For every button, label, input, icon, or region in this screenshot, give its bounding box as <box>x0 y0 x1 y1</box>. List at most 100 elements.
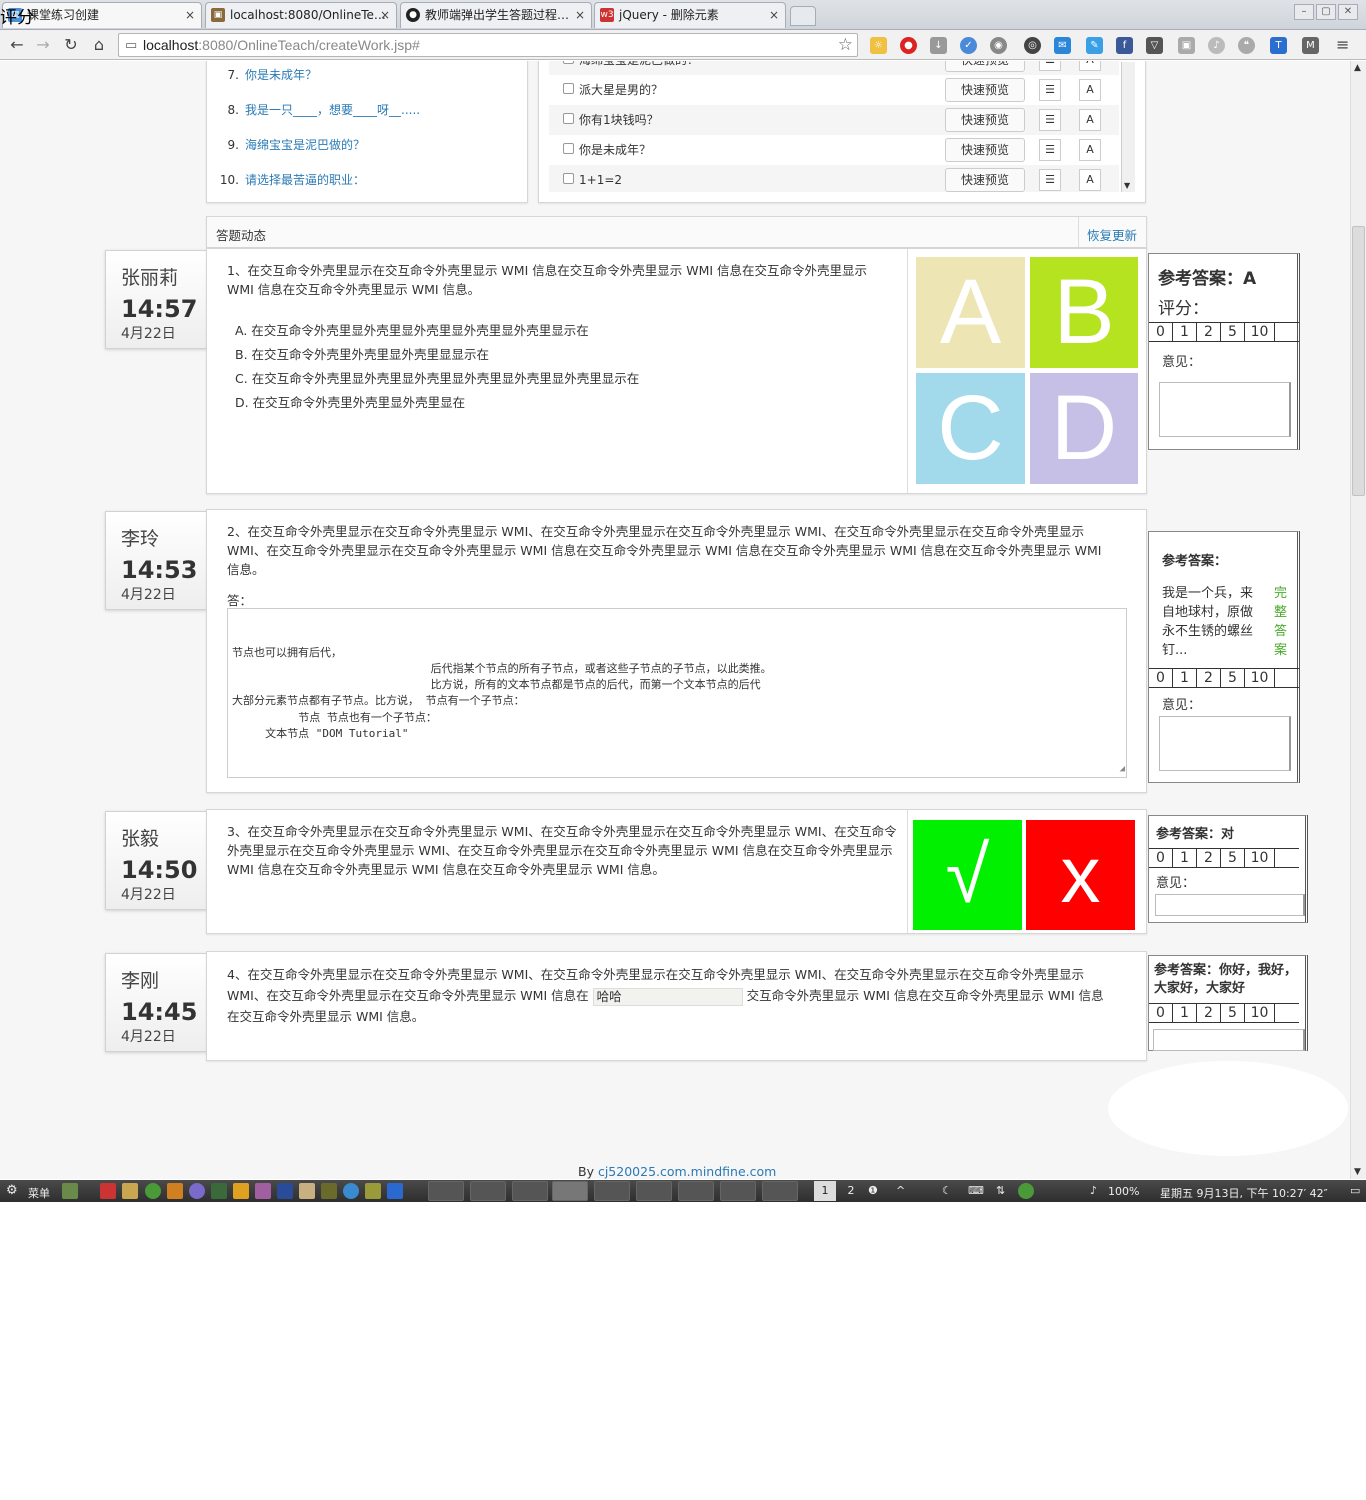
page-scrollbar[interactable]: ▲ ▼ <box>1350 61 1366 1179</box>
score-option[interactable]: 10 <box>1245 849 1275 867</box>
globe-icon[interactable]: ◉ <box>990 37 1007 54</box>
score-option[interactable]: 5 <box>1221 669 1245 687</box>
app-icon[interactable] <box>233 1183 249 1199</box>
score-option[interactable]: 5 <box>1221 849 1245 867</box>
answer-icon[interactable]: A <box>1079 139 1101 161</box>
choice-a-tile[interactable]: A <box>916 257 1025 368</box>
score-option[interactable]: 10 <box>1245 669 1275 687</box>
tab-localhost[interactable]: ▣ localhost:8080/OnlineTe… × <box>205 2 397 28</box>
scroll-down-icon[interactable]: ▼ <box>1124 181 1130 190</box>
close-window-icon[interactable]: ✕ <box>1338 4 1358 20</box>
chevron-up-icon[interactable]: ^ <box>896 1184 905 1197</box>
checkmark-extension-icon[interactable]: ✓ <box>960 37 977 54</box>
list-scrollbar[interactable]: ▼ <box>1121 62 1135 192</box>
score-option[interactable]: 10 <box>1245 1004 1275 1022</box>
chrome-icon[interactable] <box>145 1183 161 1199</box>
minimize-icon[interactable]: – <box>1294 4 1314 20</box>
chat-icon[interactable]: ❝ <box>1238 37 1255 54</box>
answer-textarea[interactable]: 节点也可以拥有后代， 后代指某个节点的所有子节点，或者这些子节点的子节点，以此类… <box>227 608 1127 778</box>
choice-d-tile[interactable]: D <box>1030 373 1138 484</box>
score-option[interactable]: 0 <box>1149 1004 1173 1022</box>
window-button[interactable] <box>552 1181 588 1201</box>
score-option[interactable]: 1 <box>1173 1004 1197 1022</box>
window-button[interactable] <box>512 1181 548 1201</box>
word-icon[interactable] <box>277 1183 293 1199</box>
comment-input[interactable] <box>1153 1029 1305 1051</box>
quick-preview-button[interactable]: 快速预览 <box>945 108 1025 132</box>
new-tab-button[interactable] <box>790 6 816 26</box>
quick-preview-button[interactable]: 快速预览 <box>945 61 1025 72</box>
tab-jquery[interactable]: w3 jQuery - 删除元素 × <box>594 2 786 28</box>
window-button[interactable] <box>594 1181 630 1201</box>
close-icon[interactable]: × <box>575 3 585 27</box>
volume-icon[interactable]: ♪ <box>1090 1184 1097 1197</box>
score-option[interactable]: 0 <box>1149 669 1173 687</box>
window-button[interactable] <box>636 1181 672 1201</box>
correct-tile[interactable]: √ <box>913 820 1022 930</box>
app-icon[interactable] <box>167 1183 183 1199</box>
row-checkbox[interactable] <box>563 113 574 124</box>
gear-icon[interactable]: ⚙ <box>6 1183 18 1198</box>
pocket-icon[interactable]: ▽ <box>1146 37 1163 54</box>
menu-icon[interactable]: ≡ <box>1336 35 1349 54</box>
facebook-icon[interactable]: f <box>1116 37 1133 54</box>
list-item[interactable]: 7. 你是未成年？ <box>217 66 317 83</box>
row-checkbox[interactable] <box>563 61 574 64</box>
score-option[interactable]: 10 <box>1245 323 1275 341</box>
steering-icon[interactable]: ◎ <box>1024 37 1041 54</box>
list-item[interactable]: 8. 我是一只____，想要____呀__..... <box>217 101 421 118</box>
address-bar[interactable]: ▭ localhost:8080/OnlineTeach/createWork.… <box>118 33 858 57</box>
bell-icon[interactable]: ♪ <box>1208 37 1225 54</box>
folder-icon[interactable] <box>122 1183 138 1199</box>
app-icon[interactable] <box>299 1183 315 1199</box>
translate-icon[interactable]: T <box>1270 37 1287 54</box>
row-checkbox[interactable] <box>563 173 574 184</box>
network-icon[interactable]: ⇅ <box>996 1184 1005 1197</box>
quick-preview-button[interactable]: 快速预览 <box>945 138 1025 162</box>
start-menu-label[interactable]: 菜单 <box>28 1185 50 1201</box>
answer-icon[interactable]: A <box>1079 79 1101 101</box>
score-option[interactable]: 1 <box>1173 323 1197 341</box>
keyboard-icon[interactable]: ⌨ <box>968 1184 984 1197</box>
app-icon[interactable] <box>343 1183 359 1199</box>
quick-preview-button[interactable]: 快速预览 <box>945 168 1025 192</box>
desktop-icon[interactable] <box>62 1183 78 1199</box>
window-button[interactable] <box>762 1181 798 1201</box>
comment-input[interactable] <box>1159 716 1291 771</box>
list-item[interactable]: 10. 请选择最苦逼的职业： <box>217 171 365 188</box>
moon-icon[interactable]: ☾ <box>942 1184 952 1197</box>
app-icon[interactable] <box>100 1183 116 1199</box>
workspace-2[interactable]: 2 <box>840 1181 862 1201</box>
score-option[interactable]: 0 <box>1149 849 1173 867</box>
full-answer-link[interactable]: 完整答案 <box>1274 584 1288 660</box>
android-icon[interactable]: ▣ <box>1178 37 1195 54</box>
chrome-icon[interactable] <box>1018 1183 1034 1199</box>
adblock-icon[interactable]: ● <box>900 37 917 54</box>
weather-icon[interactable]: ☼ <box>870 37 887 54</box>
scroll-up-icon[interactable]: ▲ <box>1354 63 1361 73</box>
score-option[interactable]: 5 <box>1221 1004 1245 1022</box>
window-button[interactable] <box>428 1181 464 1201</box>
quick-preview-button[interactable]: 快速预览 <box>945 78 1025 102</box>
score-option[interactable]: 2 <box>1197 669 1221 687</box>
message-icon[interactable]: ✉ <box>1054 37 1071 54</box>
resize-grip-icon[interactable]: ◢ <box>1120 761 1125 777</box>
answer-icon[interactable]: A <box>1079 169 1101 191</box>
row-checkbox[interactable] <box>563 83 574 94</box>
score-option[interactable]: 5 <box>1221 323 1245 341</box>
maximize-icon[interactable]: ▢ <box>1316 4 1336 20</box>
score-option[interactable]: 0 <box>1149 323 1173 341</box>
scrollbar-thumb[interactable] <box>1352 226 1365 496</box>
document-icon[interactable]: ☰ <box>1039 139 1061 161</box>
choice-c-tile[interactable]: C <box>916 373 1025 484</box>
notification-icon[interactable]: ❶ <box>868 1184 878 1197</box>
close-icon[interactable]: × <box>380 3 390 27</box>
forward-icon[interactable]: → <box>32 34 54 56</box>
wrong-tile[interactable]: x <box>1026 820 1135 930</box>
score-option[interactable]: 2 <box>1197 1004 1221 1022</box>
reload-icon[interactable]: ↻ <box>60 34 82 56</box>
footer-link[interactable]: cj520025.com.mindfine.com <box>598 1164 776 1179</box>
comment-input[interactable] <box>1155 894 1305 916</box>
show-desktop-icon[interactable]: ▭ <box>1350 1184 1360 1197</box>
scroll-down-icon[interactable]: ▼ <box>1354 1167 1361 1177</box>
